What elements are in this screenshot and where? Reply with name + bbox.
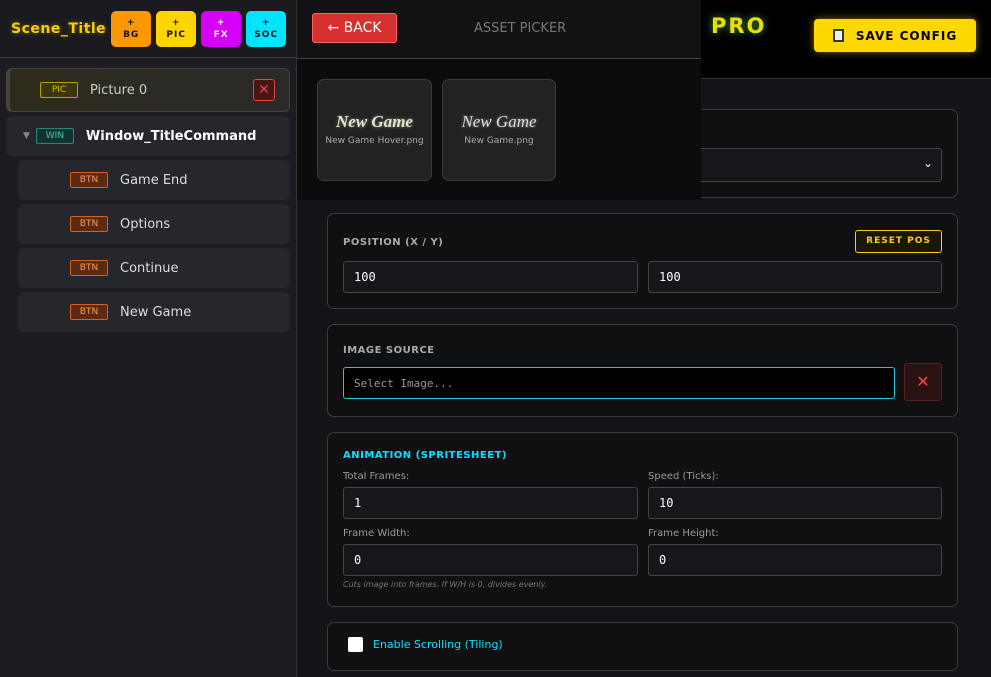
position-x-input[interactable]: 100 <box>343 261 638 293</box>
scene-title: Scene_Title <box>11 20 107 37</box>
frame-width-label: Frame Width: <box>343 528 410 539</box>
enable-scrolling-label[interactable]: Enable Scrolling (Tiling) <box>373 638 503 651</box>
tree-item-label: Continue <box>120 260 179 276</box>
tree-item-button[interactable]: BTN Continue <box>18 248 290 288</box>
btn-tag: BTN <box>70 304 108 320</box>
scrolling-panel: Enable Scrolling (Tiling) <box>327 622 958 671</box>
asset-picker-title: ASSET PICKER <box>474 21 567 36</box>
asset-item[interactable]: New Game New Game.png <box>442 79 556 181</box>
enable-scrolling-checkbox[interactable] <box>348 637 363 652</box>
button-label: BG <box>123 29 140 40</box>
total-frames-label: Total Frames: <box>343 471 410 482</box>
btn-tag: BTN <box>70 216 108 232</box>
win-tag: WIN <box>35 128 74 144</box>
add-pic-button[interactable]: + PIC <box>156 10 197 47</box>
animation-label: ANIMATION (SPRITESHEET) <box>343 450 507 461</box>
plus-icon: + <box>261 17 271 28</box>
position-panel: POSITION (X / Y) RESET POS 100 100 <box>327 213 958 309</box>
tree-item-window[interactable]: ▼ WIN Window_TitleCommand <box>6 116 290 156</box>
image-source-label: IMAGE SOURCE <box>343 345 435 356</box>
btn-tag: BTN <box>70 172 108 188</box>
plus-icon: + <box>126 17 136 28</box>
tree-item-label: Game End <box>120 172 188 188</box>
delete-icon[interactable]: ✕ <box>253 79 275 101</box>
frame-width-input[interactable]: 0 <box>343 544 638 576</box>
clear-image-button[interactable]: ✕ <box>904 363 942 401</box>
image-source-panel: IMAGE SOURCE Select Image... ✕ <box>327 324 958 417</box>
animation-hint: Cuts image into frames. If W/H is 0, div… <box>343 580 548 589</box>
frame-height-label: Frame Height: <box>648 528 719 539</box>
chevron-down-icon: ⌄ <box>922 156 933 170</box>
asset-thumbnail: New Game <box>336 112 413 131</box>
tree-item-label: Options <box>120 216 171 232</box>
plus-icon: + <box>216 17 226 28</box>
asset-item[interactable]: New Game New Game Hover.png <box>317 79 432 181</box>
floppy-disk-icon <box>832 29 844 42</box>
asset-thumbnail: New Game <box>461 112 537 131</box>
tree-item-picture[interactable]: PIC Picture 0 ✕ <box>6 68 290 112</box>
asset-picker-header: ← BACK ASSET PICKER <box>297 0 701 59</box>
add-fx-button[interactable]: + FX <box>201 10 242 47</box>
asset-filename: New Game.png <box>464 136 534 146</box>
add-bg-button[interactable]: + BG <box>111 10 152 47</box>
tree-item-label: New Game <box>120 304 192 320</box>
tree-item-button[interactable]: BTN Options <box>18 204 290 244</box>
button-label: FX <box>213 29 229 40</box>
position-label: POSITION (X / Y) <box>343 237 444 248</box>
close-icon: ✕ <box>916 372 930 391</box>
button-label: PIC <box>166 29 186 40</box>
app-logo-pro: PRO <box>711 14 767 38</box>
frame-height-input[interactable]: 0 <box>648 544 942 576</box>
pic-tag: PIC <box>40 82 78 98</box>
reset-pos-button[interactable]: RESET POS <box>855 230 942 253</box>
sidebar-header: Scene_Title + BG + PIC + FX + SOC <box>0 0 296 58</box>
sidebar: Scene_Title + BG + PIC + FX + SOC PIC Pictur… <box>0 0 297 677</box>
tree-item-button[interactable]: BTN Game End <box>18 160 290 200</box>
btn-tag: BTN <box>70 260 108 276</box>
speed-label: Speed (Ticks): <box>648 471 719 482</box>
image-source-input[interactable]: Select Image... <box>343 367 895 399</box>
position-y-input[interactable]: 100 <box>648 261 942 293</box>
button-label: SOC <box>254 29 279 40</box>
tree-item-label: Picture 0 <box>90 82 148 98</box>
tree-item-label: Window_TitleCommand <box>85 128 257 144</box>
plus-icon: + <box>171 17 181 28</box>
asset-filename: New Game Hover.png <box>325 136 424 146</box>
back-button[interactable]: ← BACK <box>312 13 397 43</box>
add-soc-button[interactable]: + SOC <box>246 10 287 47</box>
save-config-button[interactable]: SAVE CONFIG <box>814 19 976 52</box>
animation-panel: ANIMATION (SPRITESHEET) Total Frames: Sp… <box>327 432 958 607</box>
total-frames-input[interactable]: 1 <box>343 487 638 519</box>
speed-input[interactable]: 10 <box>648 487 942 519</box>
collapse-triangle-icon[interactable]: ▼ <box>23 131 30 141</box>
tree-item-button[interactable]: BTN New Game <box>18 292 290 332</box>
scene-tree: PIC Picture 0 ✕ ▼ WIN Window_TitleComman… <box>0 58 296 342</box>
asset-picker: ← BACK ASSET PICKER New Game New Game Hov… <box>297 0 701 200</box>
button-label: SAVE CONFIG <box>855 28 958 43</box>
